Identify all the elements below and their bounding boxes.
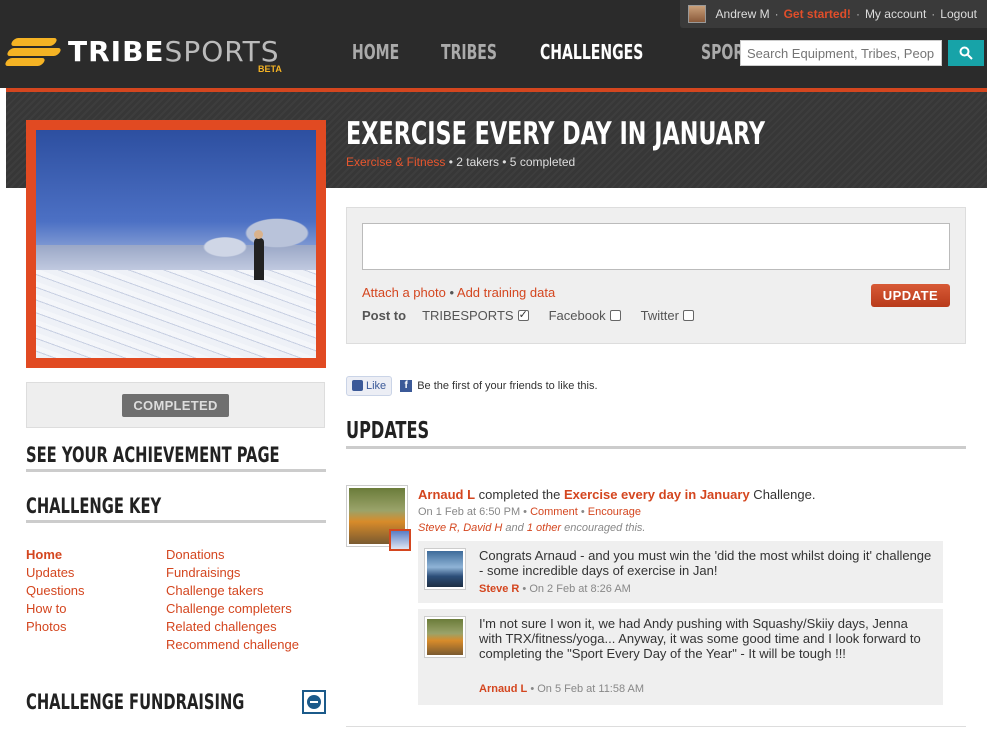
comment-author-link[interactable]: Steve R [479, 583, 519, 595]
post-tribesports-option[interactable]: TRIBESPORTS ✓ [422, 308, 529, 323]
post-twitter-option[interactable]: Twitter [641, 308, 694, 323]
get-started-link[interactable]: Get started! [784, 7, 851, 21]
update-textarea[interactable] [362, 223, 950, 270]
tribesports-checkbox[interactable]: ✓ [517, 310, 529, 321]
comment-text: I'm not sure I won it, we had Andy pushi… [479, 616, 921, 661]
tribesports-logo[interactable]: TRIBESPORTS BETA [3, 34, 282, 74]
key-link-related-challenges[interactable]: Related challenges [166, 618, 299, 636]
top-header: Andrew M · Get started! · My account · L… [0, 0, 987, 88]
my-account-link[interactable]: My account [865, 7, 926, 21]
key-link-challenge-takers[interactable]: Challenge takers [166, 582, 299, 600]
comment-link[interactable]: Comment [530, 506, 578, 518]
others-link[interactable]: 1 other [527, 522, 561, 534]
post-to-label: Post to [362, 308, 407, 323]
comment-item: Congrats Arnaud - and you must win the '… [418, 541, 943, 604]
challenge-key-heading: CHALLENGE KEY [26, 494, 326, 523]
key-link-questions[interactable]: Questions [26, 582, 85, 600]
story-meta: On 1 Feb at 6:50 PM • Comment • Encourag… [418, 506, 641, 518]
divider [346, 726, 966, 727]
challenge-key-list-1: Home Updates Questions How to Photos [26, 546, 85, 636]
key-link-home[interactable]: Home [26, 546, 85, 564]
key-link-challenge-completers[interactable]: Challenge completers [166, 600, 299, 618]
achievement-page-link[interactable]: SEE YOUR ACHIEVEMENT PAGE [26, 443, 326, 472]
search-icon [959, 46, 973, 60]
fundraising-toggle-icon[interactable] [302, 690, 326, 714]
logout-link[interactable]: Logout [940, 7, 977, 21]
account-strip: Andrew M · Get started! · My account · L… [679, 0, 987, 28]
key-link-how-to[interactable]: How to [26, 600, 85, 618]
takers-count: • 2 takers • 5 completed [448, 155, 576, 169]
update-button[interactable]: UPDATE [871, 284, 950, 307]
facebook-like-button[interactable]: Like [346, 375, 393, 396]
facebook-like-text: Be the first of your friends to like thi… [417, 379, 598, 392]
encourage-link[interactable]: Encourage [588, 506, 641, 518]
comment-text: Congrats Arnaud - and you must win the '… [479, 548, 932, 578]
update-composer: Attach a photo • Add training data Post … [346, 207, 966, 344]
logo-mark-icon [3, 34, 63, 68]
story-actor-link[interactable]: Arnaud L [418, 487, 475, 502]
user-avatar[interactable] [687, 5, 706, 23]
comment-item: I'm not sure I won it, we had Andy pushi… [418, 609, 943, 706]
search-input[interactable] [740, 40, 942, 66]
comment-meta: Arnaud L • On 5 Feb at 11:58 AM [479, 683, 645, 695]
search-button[interactable] [948, 40, 984, 66]
challenge-fundraising-heading: CHALLENGE FUNDRAISING [26, 690, 245, 714]
comment-meta: Steve R • On 2 Feb at 8:26 AM [479, 583, 631, 595]
challenge-thumbnail[interactable] [389, 529, 411, 551]
page-title: EXERCISE EVERY DAY IN JANUARY [346, 116, 766, 152]
story-headline: Arnaud L completed the Exercise every da… [418, 487, 816, 502]
nav-challenges[interactable]: CHALLENGES [540, 40, 643, 64]
challenge-photo[interactable] [36, 130, 316, 358]
facebook-icon: f [400, 379, 413, 392]
key-link-updates[interactable]: Updates [26, 564, 85, 582]
nav-home[interactable]: HOME [352, 40, 399, 64]
facebook-checkbox[interactable] [609, 310, 621, 321]
post-facebook-option[interactable]: Facebook [549, 308, 621, 323]
logo-wordmark: TRIBESPORTS [68, 34, 280, 68]
avatar[interactable] [424, 548, 466, 590]
story-encouragers: Steve R, David H and 1 other encouraged … [418, 522, 646, 534]
attach-photo-link[interactable]: Attach a photo [362, 285, 446, 300]
key-link-recommend-challenge[interactable]: Recommend challenge [166, 636, 299, 654]
avatar[interactable] [424, 616, 466, 658]
beta-badge: BETA [258, 64, 282, 74]
key-link-donations[interactable]: Donations [166, 546, 299, 564]
completed-badge: COMPLETED [122, 393, 229, 417]
nav-tribes[interactable]: TRIBES [441, 40, 497, 64]
facebook-like-widget: Like f Be the first of your friends to l… [346, 374, 598, 397]
challenge-photo-frame [26, 120, 326, 368]
post-to-options: Post to TRIBESPORTS ✓ Facebook Twitter [362, 308, 714, 323]
user-name-link[interactable]: Andrew M [716, 7, 770, 21]
challenge-meta: Exercise & Fitness • 2 takers • 5 comple… [346, 155, 575, 169]
updates-heading: UPDATES [346, 418, 966, 449]
twitter-checkbox[interactable] [682, 310, 694, 321]
comment-author-link[interactable]: Arnaud L [479, 683, 527, 695]
add-training-data-link[interactable]: Add training data [457, 285, 555, 300]
encouragers-link[interactable]: Steve R, David H [418, 522, 502, 534]
story-challenge-link[interactable]: Exercise every day in January [564, 487, 750, 502]
category-link[interactable]: Exercise & Fitness [346, 155, 445, 169]
status-box: COMPLETED [26, 382, 325, 428]
key-link-fundraisings[interactable]: Fundraisings [166, 564, 299, 582]
challenge-key-list-2: Donations Fundraisings Challenge takers … [166, 546, 299, 654]
key-link-photos[interactable]: Photos [26, 618, 85, 636]
thumbs-up-icon [352, 380, 363, 391]
